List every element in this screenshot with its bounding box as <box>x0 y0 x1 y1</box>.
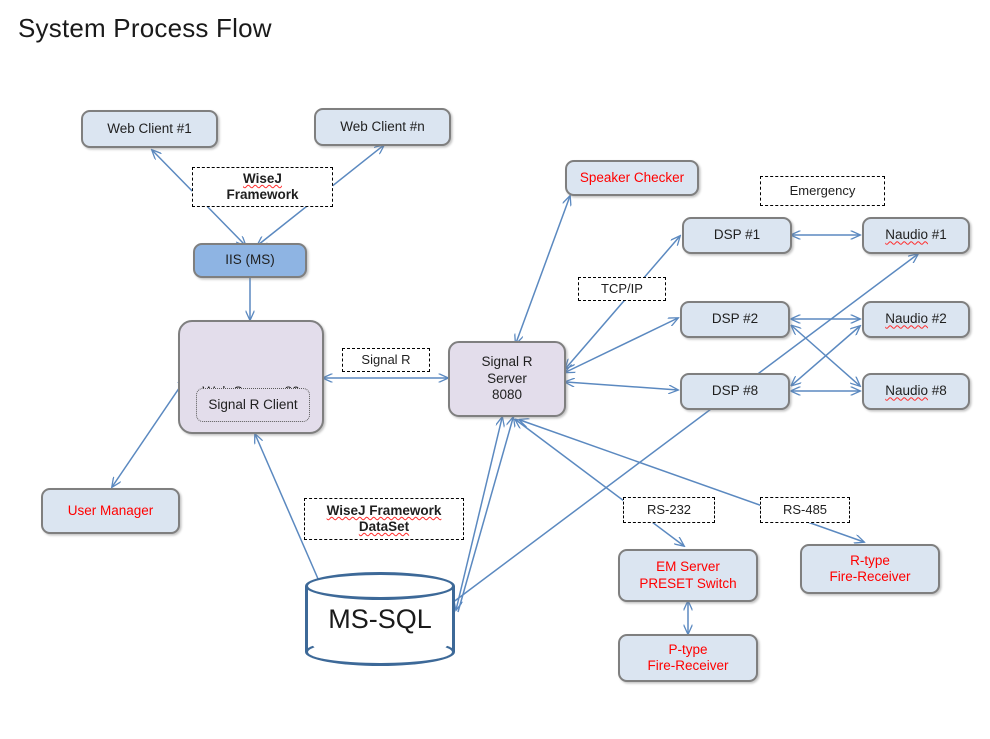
node-naudio-2-num: #2 <box>928 311 947 327</box>
node-speaker-checker[interactable]: Speaker Checker <box>565 160 699 196</box>
node-web-client-1[interactable]: Web Client #1 <box>81 110 218 148</box>
node-signalr-server-line3: 8080 <box>491 387 523 403</box>
label-signalr: Signal R <box>342 348 430 372</box>
node-em-server-line2: PRESET Switch <box>639 575 737 591</box>
label-rs232: RS-232 <box>623 497 715 523</box>
label-wisej-framework-line1: WiseJ <box>243 170 282 186</box>
node-naudio-1-word: Naudio <box>885 227 928 243</box>
label-emergency: Emergency <box>760 176 885 206</box>
node-dsp-8[interactable]: DSP #8 <box>680 373 790 410</box>
node-r-type-fire-receiver[interactable]: R-type Fire-Receiver <box>800 544 940 594</box>
node-signalr-server[interactable]: Signal R Server 8080 <box>448 341 566 417</box>
node-web-client-1-label: Web Client #1 <box>107 120 192 136</box>
node-signalr-server-line1: Signal R <box>481 354 533 370</box>
node-user-manager[interactable]: User Manager <box>41 488 180 534</box>
node-naudio-1-label: Naudio #1 <box>885 227 947 243</box>
label-wisej-dataset-line2: DataSet <box>358 519 410 534</box>
label-emergency-text: Emergency <box>789 183 856 199</box>
node-ms-sql-database[interactable]: MS-SQL <box>305 572 455 666</box>
node-naudio-8[interactable]: Naudio #8 <box>862 373 970 410</box>
node-naudio-2-word: Naudio <box>885 311 928 327</box>
label-rs232-text: RS-232 <box>646 502 692 518</box>
label-wisej-dataset-line1-text: WiseJ Framework <box>326 502 442 518</box>
node-dsp-2-label: DSP #2 <box>711 311 759 327</box>
label-tcpip: TCP/IP <box>578 277 666 301</box>
node-dsp-1[interactable]: DSP #1 <box>682 217 792 254</box>
node-dsp-8-label: DSP #8 <box>711 383 759 399</box>
node-r-type-line1: R-type <box>850 552 890 568</box>
node-naudio-1[interactable]: Naudio #1 <box>862 217 970 254</box>
node-speaker-checker-label: Speaker Checker <box>579 169 685 185</box>
diagram-canvas: System Process Flow Web Client #1 Web Cl… <box>0 0 990 739</box>
node-signalr-client-label: Signal R Client <box>208 396 298 412</box>
node-web-server[interactable]: Web Server : 80 Signal R Client <box>178 320 324 434</box>
label-wisej-framework: WiseJ Framework <box>192 167 333 207</box>
label-rs485-text: RS-485 <box>782 502 828 518</box>
label-signalr-text: Signal R <box>361 352 411 368</box>
node-user-manager-label: User Manager <box>67 502 154 518</box>
node-naudio-2[interactable]: Naudio #2 <box>862 301 970 338</box>
node-naudio-8-word: Naudio <box>885 383 928 399</box>
label-wisej-dataset-line1: WiseJ Framework <box>327 503 442 519</box>
node-em-server[interactable]: EM Server PRESET Switch <box>618 549 758 602</box>
node-iis-label: IIS (MS) <box>225 252 275 268</box>
node-dsp-1-label: DSP #1 <box>713 227 761 243</box>
node-r-type-line2: Fire-Receiver <box>829 569 911 584</box>
node-naudio-1-num: #1 <box>928 227 947 243</box>
node-ms-sql-label: MS-SQL <box>328 603 432 634</box>
node-iis[interactable]: IIS (MS) <box>193 243 307 278</box>
node-web-client-n-label: Web Client #n <box>340 118 425 134</box>
node-web-client-n[interactable]: Web Client #n <box>314 108 451 146</box>
node-naudio-8-num: #8 <box>928 383 947 399</box>
node-em-server-line1: EM Server <box>656 559 720 575</box>
node-p-type-line2: Fire-Receiver <box>647 658 729 673</box>
label-wisej-framework-line2: Framework <box>226 187 299 202</box>
node-dsp-2[interactable]: DSP #2 <box>680 301 790 338</box>
label-tcpip-text: TCP/IP <box>601 281 643 297</box>
label-rs485: RS-485 <box>760 497 850 523</box>
node-p-type-fire-receiver[interactable]: P-type Fire-Receiver <box>618 634 758 682</box>
page-title: System Process Flow <box>18 13 272 43</box>
node-naudio-2-label: Naudio #2 <box>885 311 947 327</box>
node-naudio-8-label: Naudio #8 <box>885 383 947 399</box>
node-signalr-client[interactable]: Signal R Client <box>196 388 310 422</box>
node-p-type-line1: P-type <box>668 641 708 657</box>
label-wisej-dataset: WiseJ Framework DataSet <box>304 498 464 540</box>
node-signalr-server-line2: Server <box>487 370 527 386</box>
